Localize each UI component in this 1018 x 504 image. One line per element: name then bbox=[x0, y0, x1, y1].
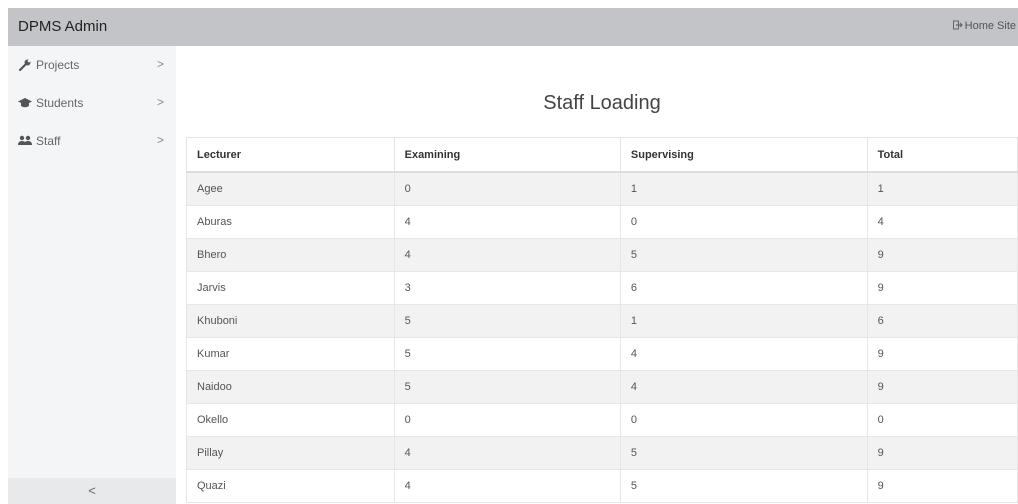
cell-supervising: 4 bbox=[619, 370, 868, 404]
cell-total: 9 bbox=[866, 337, 1018, 371]
table-row: Aburas 4 0 4 bbox=[186, 205, 1018, 239]
column-header-examining[interactable]: Examining bbox=[393, 137, 621, 173]
app-brand[interactable]: DPMS Admin bbox=[18, 18, 107, 35]
cell-supervising: 5 bbox=[619, 469, 868, 503]
cell-lecturer: Aburas bbox=[186, 205, 395, 239]
table-row: Khuboni 5 1 6 bbox=[186, 304, 1018, 338]
table-row: Pillay 4 5 9 bbox=[186, 436, 1018, 470]
column-header-total[interactable]: Total bbox=[866, 137, 1018, 173]
staff-loading-table: Lecturer Examining Supervising Total Age… bbox=[186, 137, 1018, 503]
table-header-row: Lecturer Examining Supervising Total bbox=[186, 137, 1018, 173]
cell-lecturer: Jarvis bbox=[186, 271, 395, 305]
top-navbar: DPMS Admin Home Site bbox=[8, 8, 1018, 46]
sidebar-collapse-button[interactable]: < bbox=[8, 478, 176, 504]
sign-out-icon bbox=[952, 20, 963, 30]
sidebar-item-label: Students bbox=[36, 96, 84, 110]
cell-examining: 0 bbox=[393, 403, 621, 437]
chevron-right-icon: > bbox=[156, 133, 164, 147]
cell-lecturer: Naidoo bbox=[186, 370, 395, 404]
cell-supervising: 0 bbox=[619, 205, 868, 239]
cell-examining: 4 bbox=[393, 436, 621, 470]
table-row: Okello 0 0 0 bbox=[186, 403, 1018, 437]
cell-examining: 0 bbox=[393, 171, 621, 206]
home-site-label: Home Site bbox=[964, 20, 1016, 32]
chevron-right-icon: > bbox=[156, 95, 164, 109]
table-row: Bhero 4 5 9 bbox=[186, 238, 1018, 272]
sidebar: Projects > Students > Staff > < bbox=[8, 46, 176, 504]
cell-examining: 5 bbox=[393, 304, 621, 338]
cell-total: 9 bbox=[866, 238, 1018, 272]
cell-lecturer: Agee bbox=[186, 171, 395, 206]
sidebar-item-projects[interactable]: Projects > bbox=[8, 46, 176, 84]
table-row: Naidoo 5 4 9 bbox=[186, 370, 1018, 404]
column-header-lecturer[interactable]: Lecturer bbox=[186, 137, 395, 173]
table-row: Quazi 4 5 9 bbox=[186, 469, 1018, 503]
cell-supervising: 4 bbox=[619, 337, 868, 371]
table-row: Kumar 5 4 9 bbox=[186, 337, 1018, 371]
cell-total: 9 bbox=[866, 436, 1018, 470]
chevron-left-icon: < bbox=[88, 483, 96, 498]
cell-supervising: 5 bbox=[619, 436, 868, 470]
cell-examining: 5 bbox=[393, 337, 621, 371]
page-title: Staff Loading bbox=[543, 92, 661, 114]
cell-lecturer: Bhero bbox=[186, 238, 395, 272]
cell-total: 9 bbox=[866, 271, 1018, 305]
table-row: Jarvis 3 6 9 bbox=[186, 271, 1018, 305]
cell-total: 9 bbox=[866, 370, 1018, 404]
cell-total: 1 bbox=[866, 171, 1018, 206]
cell-total: 9 bbox=[866, 469, 1018, 503]
chevron-right-icon: > bbox=[156, 57, 164, 71]
cell-lecturer: Pillay bbox=[186, 436, 395, 470]
cell-examining: 4 bbox=[393, 205, 621, 239]
cell-total: 6 bbox=[866, 304, 1018, 338]
cell-examining: 4 bbox=[393, 469, 621, 503]
cell-supervising: 5 bbox=[619, 238, 868, 272]
cell-lecturer: Khuboni bbox=[186, 304, 395, 338]
users-icon bbox=[18, 135, 32, 145]
cell-examining: 3 bbox=[393, 271, 621, 305]
cell-examining: 4 bbox=[393, 238, 621, 272]
cell-supervising: 6 bbox=[619, 271, 868, 305]
cell-total: 4 bbox=[866, 205, 1018, 239]
table-row: Agee 0 1 1 bbox=[186, 171, 1018, 206]
cell-lecturer: Quazi bbox=[186, 469, 395, 503]
cell-total: 0 bbox=[866, 403, 1018, 437]
cell-examining: 5 bbox=[393, 370, 621, 404]
column-header-supervising[interactable]: Supervising bbox=[619, 137, 868, 173]
sidebar-item-label: Projects bbox=[36, 58, 80, 72]
home-site-link[interactable]: Home Site bbox=[952, 20, 1016, 32]
cell-supervising: 1 bbox=[619, 171, 868, 206]
cell-supervising: 1 bbox=[619, 304, 868, 338]
cell-supervising: 0 bbox=[619, 403, 868, 437]
sidebar-item-label: Staff bbox=[36, 134, 61, 148]
wrench-icon bbox=[18, 59, 31, 72]
graduation-cap-icon bbox=[18, 98, 32, 108]
sidebar-item-staff[interactable]: Staff > bbox=[8, 122, 176, 160]
cell-lecturer: Kumar bbox=[186, 337, 395, 371]
cell-lecturer: Okello bbox=[186, 403, 395, 437]
sidebar-item-students[interactable]: Students > bbox=[8, 84, 176, 122]
